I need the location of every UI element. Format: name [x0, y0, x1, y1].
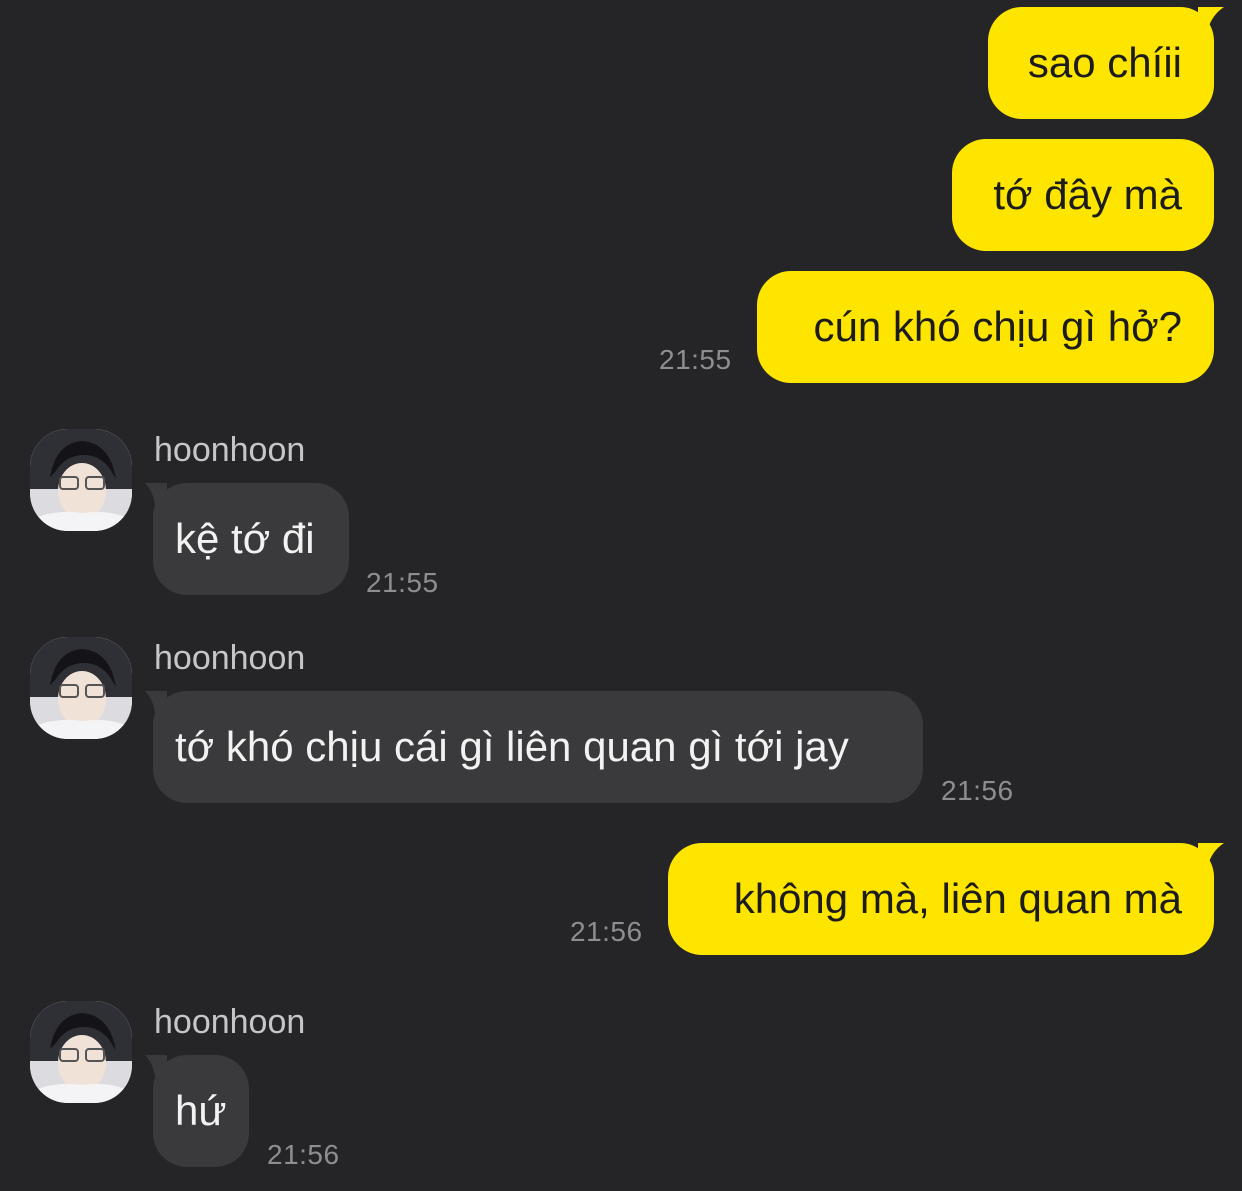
message-text: tớ đây mà [993, 171, 1182, 218]
avatar[interactable] [30, 429, 132, 531]
bubble-tail-icon [1198, 843, 1224, 865]
sender-name: hoonhoon [154, 1003, 306, 1041]
incoming-message-bubble[interactable]: tớ khó chịu cái gì liên quan gì tới jay [153, 691, 923, 803]
outgoing-message-bubble[interactable]: tớ đây mà [952, 139, 1214, 251]
profile-photo-icon [30, 637, 132, 739]
message-timestamp: 21:56 [267, 1139, 340, 1170]
outgoing-message-bubble[interactable]: sao chíii [988, 7, 1214, 119]
profile-photo-icon [30, 1001, 132, 1103]
avatar[interactable] [30, 1001, 132, 1103]
sender-name: hoonhoon [154, 431, 306, 469]
message-timestamp: 21:56 [941, 775, 1014, 806]
avatar[interactable] [30, 637, 132, 739]
chat-message-list[interactable]: sao chíii tớ đây mà 21:55 cún khó chịu g… [0, 0, 1242, 1191]
message-timestamp: 21:55 [659, 344, 732, 375]
message-text: không mà, liên quan mà [733, 875, 1182, 922]
message-text: hứ [175, 1087, 227, 1134]
incoming-message-bubble[interactable]: kệ tớ đi [153, 483, 349, 595]
message-text: cún khó chịu gì hở? [813, 303, 1182, 350]
message-timestamp: 21:55 [366, 567, 439, 598]
message-timestamp: 21:56 [570, 916, 643, 947]
profile-photo-icon [30, 429, 132, 531]
message-text: tớ khó chịu cái gì liên quan gì tới jay [175, 723, 849, 770]
outgoing-message-bubble[interactable]: không mà, liên quan mà [668, 843, 1214, 955]
message-text: sao chíii [1027, 39, 1182, 86]
outgoing-message-bubble[interactable]: cún khó chịu gì hở? [757, 271, 1214, 383]
sender-name: hoonhoon [154, 639, 306, 677]
bubble-tail-icon [1198, 7, 1224, 29]
message-text: kệ tớ đi [175, 515, 315, 562]
incoming-message-bubble[interactable]: hứ [153, 1055, 249, 1167]
